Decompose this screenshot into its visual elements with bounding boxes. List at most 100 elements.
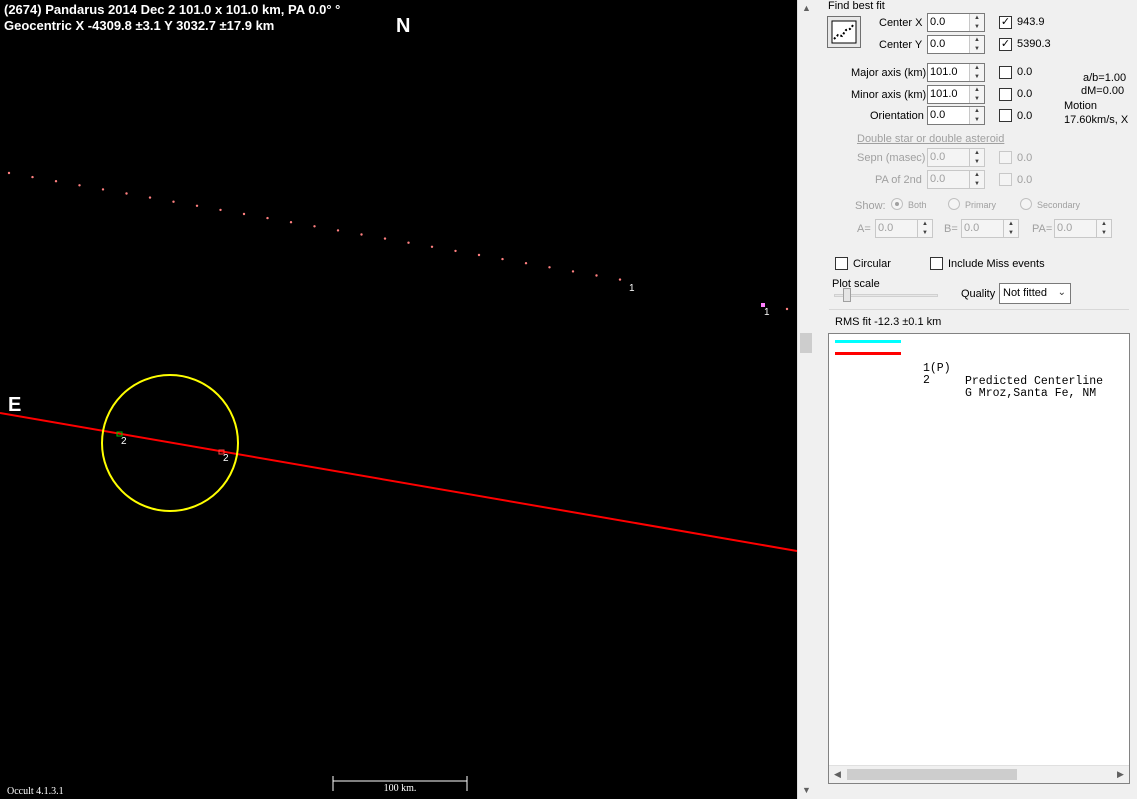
spin-down-icon[interactable]: ▼ (970, 23, 984, 31)
major-axis-label: Major axis (km) (851, 67, 927, 79)
legend-line-swatch (835, 340, 901, 343)
scroll-thumb[interactable] (800, 333, 812, 353)
occultation-plot[interactable]: (2674) Pandarus 2014 Dec 2 101.0 x 101.0… (0, 0, 797, 799)
plot-scale-slider[interactable] (843, 288, 851, 302)
spin-up-icon[interactable]: ▲ (1097, 220, 1111, 228)
path-dot (618, 278, 622, 281)
major-axis-spinner[interactable]: 101.0 ▲ ▼ (927, 63, 985, 82)
splitter-scrollbar[interactable]: ▲ ▼ (797, 0, 815, 799)
double-star-link[interactable]: Double star or double asteroid (857, 133, 1004, 145)
ab-ratio: a/b=1.00 (1083, 72, 1127, 84)
pa-field-spinner[interactable]: 0.0 ▲ ▼ (1054, 219, 1112, 238)
path-dot (101, 188, 105, 191)
plot-canvas (0, 171, 797, 791)
pa-2nd-checkbox[interactable] (999, 173, 1012, 186)
spin-up-icon[interactable]: ▲ (970, 14, 984, 22)
path-dot (383, 237, 387, 240)
legend-hscrollbar[interactable]: ◀ ▶ (829, 765, 1129, 783)
circular-label: Circular (853, 258, 891, 270)
plot-title-line1: (2674) Pandarus 2014 Dec 2 101.0 x 101.0… (4, 2, 341, 17)
center-x-checkbox[interactable]: ✓ (999, 16, 1012, 29)
path-dot (407, 241, 410, 244)
spin-down-icon[interactable]: ▼ (970, 116, 984, 124)
sepn-value: 0.0 (930, 151, 946, 163)
minor-axis-checkbox[interactable] (999, 88, 1012, 101)
observer-legend-list[interactable]: 1(P) Predicted Centerline 2 G Mroz,Santa… (828, 333, 1130, 784)
circular-checkbox[interactable] (835, 257, 848, 270)
spin-down-icon[interactable]: ▼ (1004, 229, 1018, 237)
hscroll-thumb[interactable] (847, 769, 1017, 780)
delta-magnitude: dM=0.00 (1081, 85, 1125, 97)
spin-down-icon[interactable]: ▼ (918, 229, 932, 237)
pa-field-value: 0.0 (1057, 222, 1073, 234)
spin-up-icon[interactable]: ▲ (970, 64, 984, 72)
path-dot (78, 184, 81, 187)
minor-axis-value: 101.0 (930, 88, 958, 100)
include-miss-checkbox[interactable] (930, 257, 943, 270)
path-dot (313, 225, 316, 228)
center-y-fit-value: 5390.3 (1017, 38, 1051, 50)
legend-row[interactable]: 2 G Mroz,Santa Fe, NM (829, 348, 1129, 400)
show-secondary-radio[interactable] (1020, 198, 1032, 210)
spin-down-icon[interactable]: ▼ (970, 180, 984, 188)
path-dot (242, 212, 246, 216)
show-primary-label: Primary (965, 200, 996, 210)
orientation-value: 0.0 (930, 109, 946, 121)
path-dot (430, 245, 434, 248)
scale-label: 100 km. (383, 783, 417, 794)
scroll-right-icon[interactable]: ▶ (1112, 766, 1129, 783)
marker-label: 1 (629, 283, 635, 294)
marker-label: 2 (223, 453, 229, 464)
center-x-spinner[interactable]: 0.0 ▲ ▼ (927, 13, 985, 32)
show-both-radio[interactable] (891, 198, 903, 210)
spin-up-icon[interactable]: ▲ (918, 220, 932, 228)
motion-label: Motion (1064, 100, 1098, 112)
a-field-spinner[interactable]: 0.0 ▲ ▼ (875, 219, 933, 238)
legend-row[interactable]: 1(P) Predicted Centerline (829, 336, 1129, 388)
spin-up-icon[interactable]: ▲ (970, 86, 984, 94)
spin-down-icon[interactable]: ▼ (970, 73, 984, 81)
rms-fit-label: RMS fit -12.3 ±0.1 km (835, 316, 942, 328)
spin-down-icon[interactable]: ▼ (970, 158, 984, 166)
path-dot (31, 175, 34, 179)
center-y-spinner[interactable]: 0.0 ▲ ▼ (927, 35, 985, 54)
scroll-down-icon[interactable]: ▼ (798, 782, 815, 799)
spin-up-icon[interactable]: ▲ (970, 107, 984, 115)
scroll-left-icon[interactable]: ◀ (829, 766, 846, 783)
spin-up-icon[interactable]: ▲ (970, 149, 984, 157)
path-dot (219, 208, 222, 212)
chevron-down-icon: ⌄ (1057, 287, 1066, 298)
path-dot (148, 196, 152, 199)
path-dot (7, 171, 11, 175)
fit-panel: Find best fit Center X 0.0 ▲ ▼ ✓ 943.9 Ce… (815, 0, 1137, 799)
spin-up-icon[interactable]: ▲ (970, 36, 984, 44)
b-field-label: B= (944, 223, 958, 235)
quality-select[interactable]: Not fitted ⌄ (999, 283, 1071, 304)
spin-down-icon[interactable]: ▼ (970, 95, 984, 103)
path-dot (125, 192, 128, 195)
spin-up-icon[interactable]: ▲ (970, 171, 984, 179)
major-axis-fit-value: 0.0 (1017, 66, 1033, 78)
sepn-checkbox[interactable] (999, 151, 1012, 164)
find-best-fit-button[interactable] (827, 16, 861, 48)
spin-down-icon[interactable]: ▼ (1097, 229, 1111, 237)
path-dot (477, 253, 481, 257)
pa-2nd-spinner[interactable]: 0.0 ▲ ▼ (927, 170, 985, 189)
a-field-label: A= (857, 223, 871, 235)
spin-down-icon[interactable]: ▼ (970, 45, 984, 53)
scroll-up-icon[interactable]: ▲ (798, 0, 815, 17)
major-axis-checkbox[interactable] (999, 66, 1012, 79)
spin-up-icon[interactable]: ▲ (1004, 220, 1018, 228)
north-label: N (396, 15, 411, 37)
center-y-checkbox[interactable]: ✓ (999, 38, 1012, 51)
pa-2nd-value: 0.0 (930, 173, 946, 185)
show-primary-radio[interactable] (948, 198, 960, 210)
orientation-checkbox[interactable] (999, 109, 1012, 122)
pa-2nd-fit-value: 0.0 (1017, 174, 1033, 186)
sepn-spinner[interactable]: 0.0 ▲ ▼ (927, 148, 985, 167)
b-field-spinner[interactable]: 0.0 ▲ ▼ (961, 219, 1019, 238)
orientation-spinner[interactable]: 0.0 ▲ ▼ (927, 106, 985, 125)
minor-axis-spinner[interactable]: 101.0 ▲ ▼ (927, 85, 985, 104)
sepn-label: Sepn (masec) (857, 152, 926, 164)
path-dot (195, 204, 199, 207)
